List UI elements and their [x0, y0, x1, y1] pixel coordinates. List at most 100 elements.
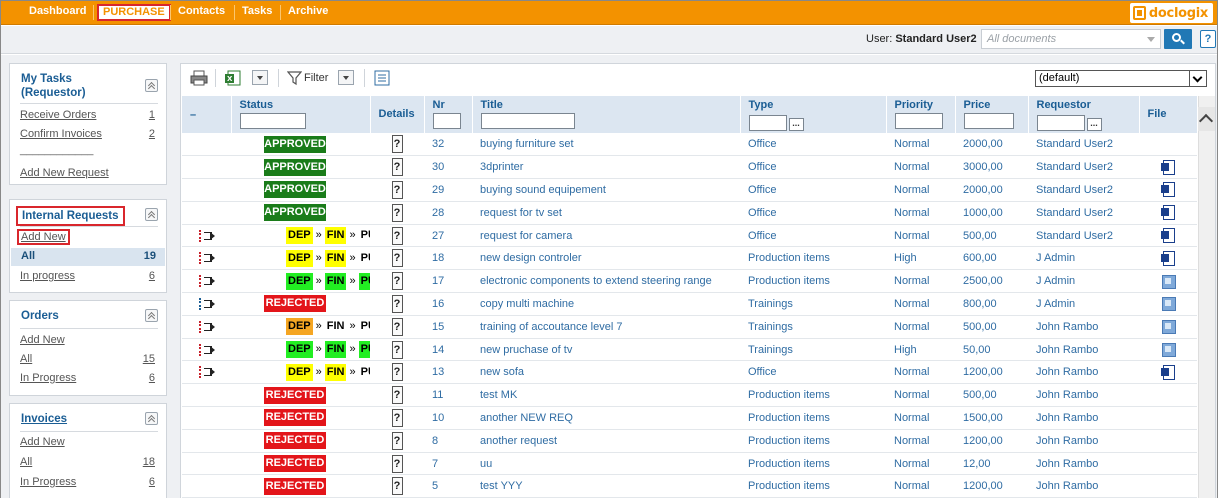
link-all-orders[interactable]: All: [20, 353, 32, 365]
header-nr-label[interactable]: Nr: [433, 99, 445, 111]
filter-requestor-input[interactable]: [1036, 115, 1085, 131]
details-button[interactable]: ?: [391, 317, 403, 336]
count-confirm-invoices[interactable]: 2: [149, 128, 155, 140]
link-all-invoices[interactable]: All: [20, 456, 32, 468]
table-row[interactable]: DEP»FIN»PUR?14new pruchase of tvTraining…: [182, 338, 1197, 362]
details-button[interactable]: ?: [391, 203, 403, 222]
details-button[interactable]: ?: [391, 272, 403, 291]
panel-title-orders[interactable]: Orders: [21, 309, 59, 323]
search-button[interactable]: [1164, 29, 1192, 49]
word-doc-icon[interactable]: [1161, 250, 1175, 266]
cell-title[interactable]: test YYY: [472, 474, 740, 498]
header-title-label[interactable]: Title: [481, 99, 503, 111]
count-all-orders[interactable]: 15: [143, 353, 155, 365]
panel-title-internal-requests[interactable]: Internal Requests: [16, 206, 125, 226]
filter-status-input[interactable]: [239, 113, 306, 129]
link-receive-orders[interactable]: Receive Orders: [20, 109, 96, 121]
vertical-scrollbar[interactable]: [1198, 96, 1215, 498]
link-add-new-request[interactable]: Add New Request: [20, 167, 109, 179]
workflow-icon[interactable]: [198, 365, 215, 379]
cell-title[interactable]: test MK: [472, 383, 740, 408]
filter-label[interactable]: Filter: [304, 72, 328, 84]
table-row[interactable]: DEP»FIN»PUR?13new sofaOfficeNormal1200,0…: [182, 360, 1197, 385]
filter-priority-input[interactable]: [894, 113, 943, 129]
details-button[interactable]: ?: [391, 294, 403, 313]
table-row[interactable]: REJECTED? 5 test YYY Production items Normal…: [182, 474, 1197, 498]
cell-title[interactable]: request for camera: [472, 224, 740, 248]
image-doc-icon[interactable]: [1161, 296, 1176, 312]
image-doc-icon[interactable]: [1161, 319, 1176, 335]
cell-title[interactable]: new design controler: [472, 246, 740, 271]
header-requestor-label[interactable]: Requestor: [1037, 99, 1091, 111]
details-button[interactable]: ?: [391, 249, 403, 268]
collapse-icon[interactable]: [145, 412, 158, 425]
link-add-new-invoice[interactable]: Add New: [20, 436, 65, 448]
workflow-icon[interactable]: [198, 320, 215, 334]
chevron-down-icon[interactable]: [1189, 71, 1206, 86]
workflow-icon[interactable]: [198, 274, 215, 288]
nav-tasks[interactable]: Tasks: [238, 4, 276, 21]
count-receive-orders[interactable]: 1: [149, 109, 155, 121]
collapse-all-icon[interactable]: –: [190, 109, 227, 121]
count-in-progress-invoices[interactable]: 6: [149, 476, 155, 488]
details-button[interactable]: ?: [391, 454, 403, 473]
filter-title-input[interactable]: [480, 113, 575, 129]
scroll-up-icon[interactable]: [1198, 107, 1215, 131]
link-add-new-internal-request[interactable]: Add New: [17, 229, 70, 245]
excel-export-icon[interactable]: X: [225, 70, 241, 86]
header-file[interactable]: File: [1139, 96, 1198, 133]
collapse-icon[interactable]: [145, 309, 158, 322]
document-search-input[interactable]: All documents: [981, 29, 1161, 49]
columns-settings-icon[interactable]: [374, 70, 390, 86]
workflow-icon[interactable]: [198, 343, 215, 357]
table-row[interactable]: APPROVED? 29 buying sound equipement Office…: [182, 178, 1197, 202]
cell-title[interactable]: another request: [472, 429, 740, 453]
details-button[interactable]: ?: [391, 408, 403, 427]
details-button[interactable]: ?: [391, 158, 403, 177]
nav-contacts[interactable]: Contacts: [174, 4, 229, 21]
cell-title[interactable]: uu: [472, 452, 740, 476]
requestor-picker-button[interactable]: ...: [1086, 118, 1102, 131]
cell-title[interactable]: new sofa: [472, 360, 740, 385]
header-type-label[interactable]: Type: [749, 99, 774, 111]
cell-title[interactable]: buying sound equipement: [472, 178, 740, 202]
image-doc-icon[interactable]: [1161, 342, 1176, 358]
word-doc-icon[interactable]: [1161, 159, 1175, 175]
link-in-progress-orders[interactable]: In Progress: [20, 372, 76, 384]
all-label[interactable]: All: [21, 250, 35, 262]
details-button[interactable]: ?: [391, 477, 403, 496]
details-button[interactable]: ?: [391, 386, 403, 405]
details-button[interactable]: ?: [391, 340, 403, 359]
header-action[interactable]: –: [182, 96, 232, 133]
table-row[interactable]: DEP»FIN»PUR?15training of accoutance lev…: [182, 315, 1197, 339]
table-row[interactable]: DEP»FIN»PUR?18new design controlerProduc…: [182, 246, 1197, 271]
type-picker-button[interactable]: ...: [788, 118, 804, 131]
nav-purchase[interactable]: PURCHASE: [97, 4, 171, 21]
image-doc-icon[interactable]: [1161, 274, 1176, 289]
view-select[interactable]: (default): [1035, 70, 1207, 87]
table-row[interactable]: REJECTED? 10 another NEW REQ Production ite…: [182, 406, 1197, 430]
table-row[interactable]: REJECTED? 11 test MK Production items Normal…: [182, 383, 1197, 408]
cell-title[interactable]: another NEW REQ: [472, 406, 740, 430]
filter-icon[interactable]: [287, 70, 302, 86]
filter-price-input[interactable]: [963, 113, 1014, 129]
link-in-progress-invoices[interactable]: In Progress: [20, 476, 76, 488]
filter-nr-input[interactable]: [432, 113, 461, 129]
cell-title[interactable]: training of accoutance level 7: [472, 315, 740, 339]
table-row[interactable]: DEP»FIN»PUR?27request for cameraOfficeNo…: [182, 224, 1197, 248]
workflow-icon[interactable]: [198, 251, 215, 265]
cell-title[interactable]: request for tv set: [472, 201, 740, 225]
word-doc-icon[interactable]: [1161, 364, 1175, 380]
export-dropdown-button[interactable]: [252, 70, 268, 85]
cell-title[interactable]: copy multi machine: [472, 292, 740, 316]
count-in-progress-orders[interactable]: 6: [149, 372, 155, 384]
word-doc-icon[interactable]: [1161, 228, 1175, 244]
collapse-icon[interactable]: [145, 208, 158, 221]
table-row[interactable]: DEP»FIN»PUR?17electronic components to e…: [182, 269, 1197, 294]
table-row[interactable]: REJECTED? 8 another request Production item…: [182, 429, 1197, 453]
table-row[interactable]: REJECTED? 7 uu Production items Normal 12,00 J…: [182, 452, 1197, 476]
details-button[interactable]: ?: [391, 226, 403, 245]
word-doc-icon[interactable]: [1161, 182, 1175, 198]
workflow-icon[interactable]: [198, 229, 215, 243]
count-in-progress[interactable]: 6: [149, 270, 155, 282]
